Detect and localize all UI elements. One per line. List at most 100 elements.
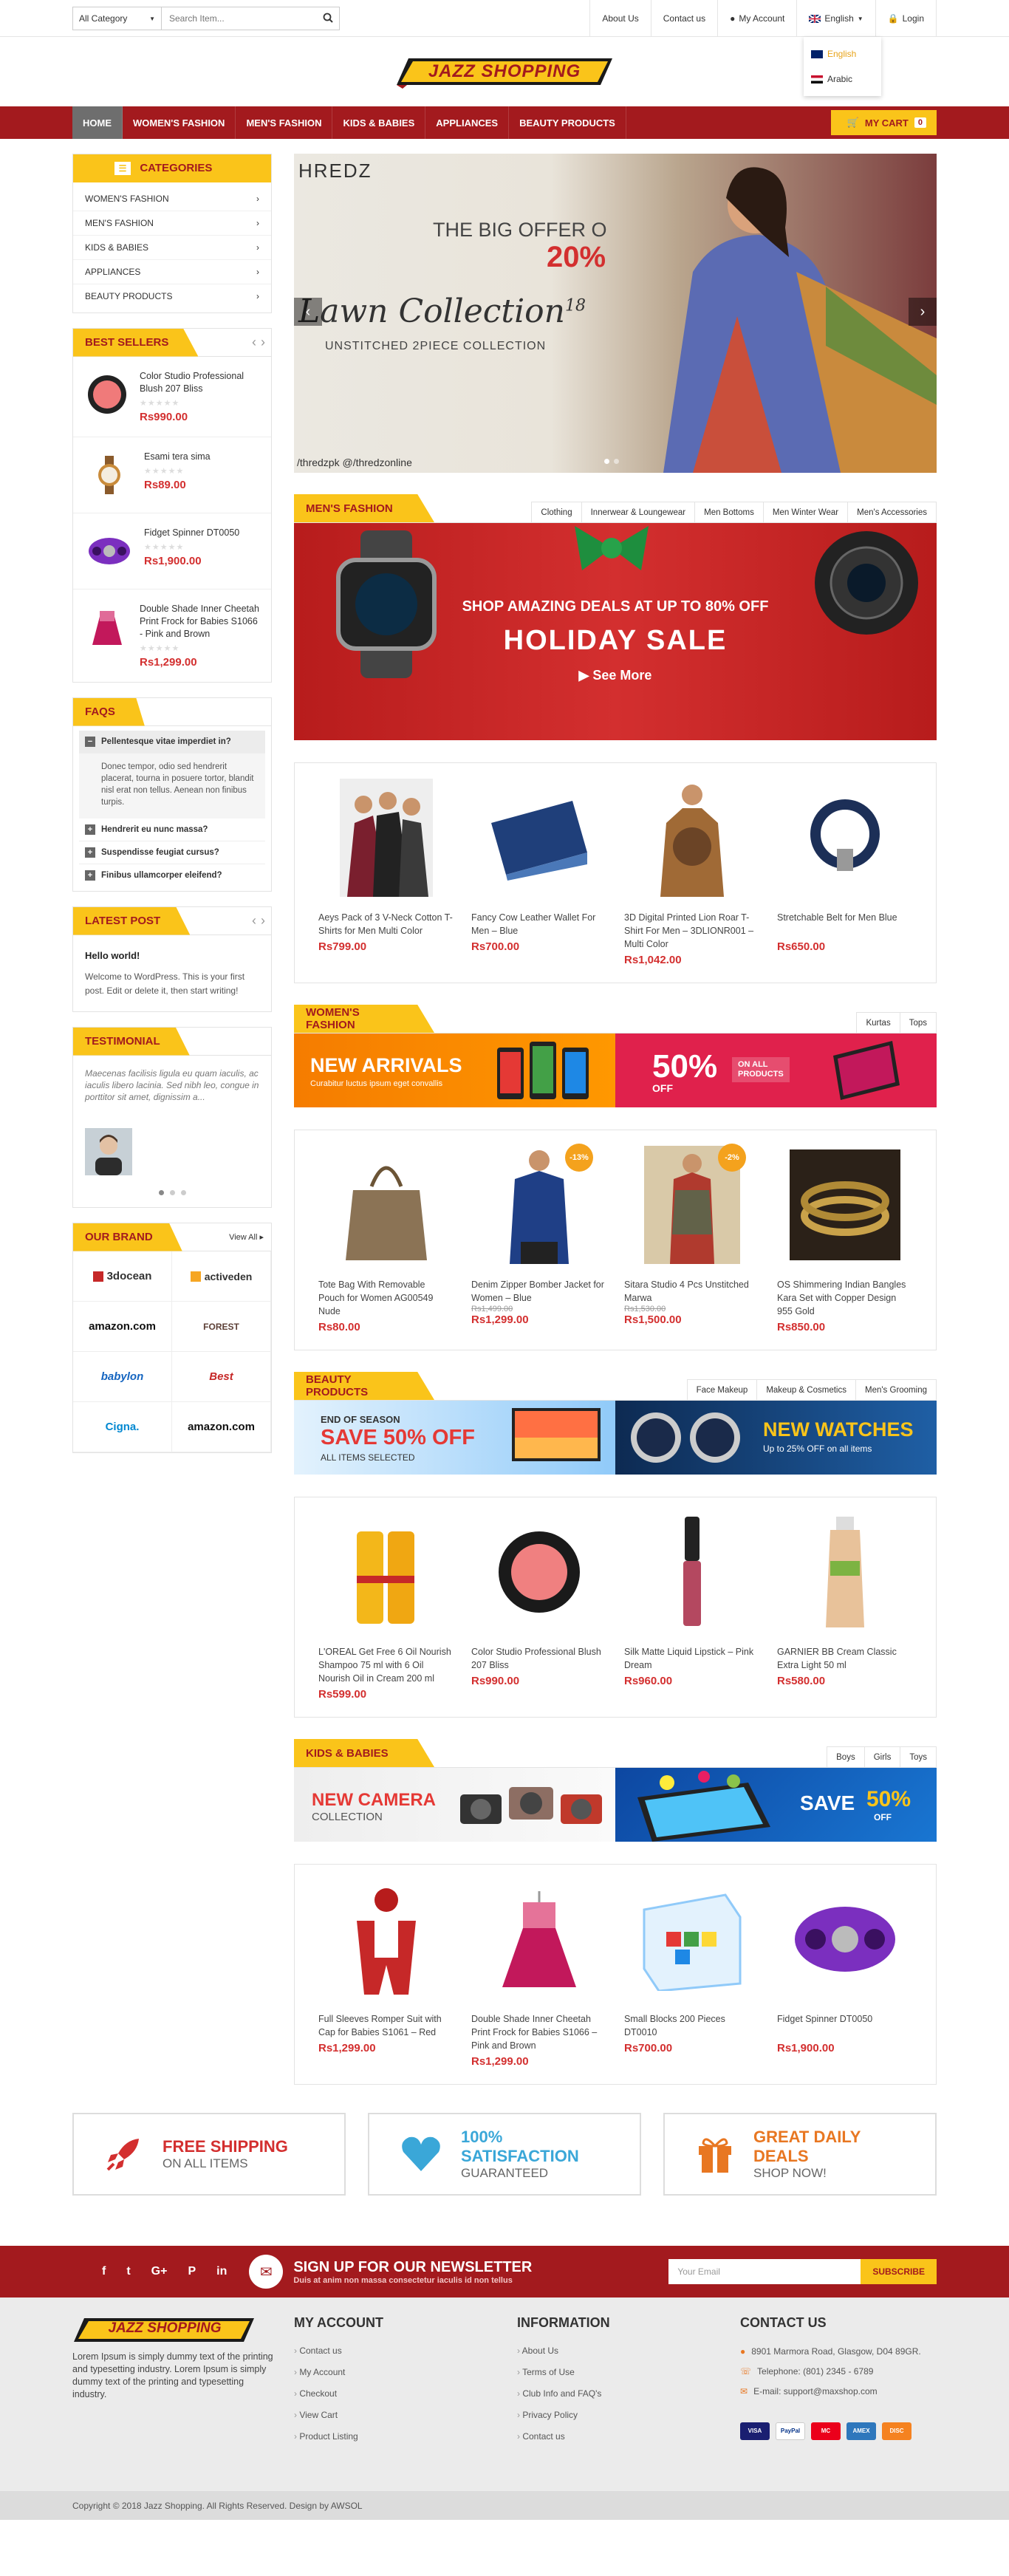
product-card[interactable]: Tote Bag With Removable Pouch for Women … xyxy=(309,1142,462,1333)
my-account-link[interactable]: ● My Account xyxy=(717,0,796,37)
nav-mens-fashion[interactable]: MEN'S FASHION xyxy=(236,106,333,139)
faq-question[interactable]: + Finibus ullamcorper eleifend? xyxy=(79,864,265,886)
product-name[interactable]: Esami tera sima xyxy=(144,451,211,463)
product-card[interactable]: Silk Matte Liquid Lipstick – Pink Dream R… xyxy=(615,1509,768,1701)
brand-logo[interactable]: amazon.com xyxy=(172,1402,271,1452)
tab-face-makeup[interactable]: Face Makeup xyxy=(686,1379,758,1400)
best-seller-item[interactable]: Color Studio Professional Blush 207 Blis… xyxy=(73,357,271,437)
product-card[interactable]: -13% Denim Zipper Bomber Jacket for Women… xyxy=(462,1142,615,1333)
footer-link[interactable]: Contact us xyxy=(294,2346,517,2367)
carousel-dot[interactable] xyxy=(169,1190,175,1195)
product-card[interactable]: OS Shimmering Indian Bangles Kara Set wi… xyxy=(768,1142,921,1333)
tab-makeup-cosmetics[interactable]: Makeup & Cosmetics xyxy=(756,1379,856,1400)
fifty-off-banner[interactable]: 50% OFF ON ALL PRODUCTS xyxy=(615,1034,937,1107)
product-name[interactable]: Denim Zipper Bomber Jacket for Women – B… xyxy=(471,1278,606,1305)
product-name[interactable]: Color Studio Professional Blush 207 Blis… xyxy=(140,370,259,395)
save-50-banner[interactable]: END OF SEASON SAVE 50% OFF ALL ITEMS SEL… xyxy=(294,1401,615,1475)
product-card[interactable]: GARNIER BB Cream Classic Extra Light 50 … xyxy=(768,1509,921,1701)
product-card[interactable]: Small Blocks 200 Pieces DT0010 Rs700.00 xyxy=(615,1876,768,2068)
tab-girls[interactable]: Girls xyxy=(863,1746,901,1767)
tab-innerwear[interactable]: Innerwear & Loungewear xyxy=(581,502,696,522)
carousel-dot[interactable] xyxy=(180,1190,186,1195)
slider-next-button[interactable]: › xyxy=(909,298,937,326)
product-name[interactable]: L'OREAL Get Free 6 Oil Nourish Shampoo 7… xyxy=(318,1645,454,1685)
tab-clothing[interactable]: Clothing xyxy=(531,502,582,522)
category-item[interactable]: APPLIANCES › xyxy=(73,260,271,284)
slider-prev-button[interactable]: ‹ xyxy=(294,298,322,326)
brand-logo[interactable]: Cigna. xyxy=(73,1402,172,1452)
product-card[interactable]: 3D Digital Printed Lion Roar T-Shirt For… xyxy=(615,775,768,966)
language-select[interactable]: English ▼ xyxy=(796,0,875,37)
footer-link[interactable]: Checkout xyxy=(294,2388,517,2410)
contact-email[interactable]: E-mail: support@maxshop.com xyxy=(753,2385,878,2397)
product-name[interactable]: Sitara Studio 4 Pcs Unstitched Marwa xyxy=(624,1278,759,1305)
tab-tops[interactable]: Tops xyxy=(899,1012,937,1033)
faq-question[interactable]: − Pellentesque vitae imperdiet in? xyxy=(79,731,265,754)
slider-dot[interactable] xyxy=(604,459,609,464)
footer-link[interactable]: About Us xyxy=(517,2346,740,2367)
category-select[interactable]: All Category ▼ xyxy=(73,7,162,30)
tab-boys[interactable]: Boys xyxy=(827,1746,865,1767)
product-name[interactable]: Silk Matte Liquid Lipstick – Pink Dream xyxy=(624,1645,759,1672)
nav-home[interactable]: HOME xyxy=(72,106,123,139)
brand-logo[interactable]: babylon xyxy=(73,1352,172,1402)
footer-link[interactable]: My Account xyxy=(294,2367,517,2388)
category-item[interactable]: BEAUTY PRODUCTS › xyxy=(73,284,271,308)
post-title[interactable]: Hello world! xyxy=(85,949,259,963)
product-card[interactable]: Aeys Pack of 3 V-Neck Cotton T-Shirts fo… xyxy=(309,775,462,966)
product-card[interactable]: L'OREAL Get Free 6 Oil Nourish Shampoo 7… xyxy=(309,1509,462,1701)
about-us-link[interactable]: About Us xyxy=(589,0,650,37)
product-name[interactable]: Full Sleeves Romper Suit with Cap for Ba… xyxy=(318,2012,454,2039)
brand-logo[interactable]: Best xyxy=(172,1352,271,1402)
product-name[interactable]: Small Blocks 200 Pieces DT0010 xyxy=(624,2012,759,2039)
twitter-icon[interactable]: t xyxy=(126,2265,130,2278)
view-all-link[interactable]: View All ▸ xyxy=(229,1232,271,1242)
tab-toys[interactable]: Toys xyxy=(900,1746,937,1767)
faq-question[interactable]: + Suspendisse feugiat cursus? xyxy=(79,841,265,864)
nav-beauty-products[interactable]: BEAUTY PRODUCTS xyxy=(509,106,626,139)
next-arrow-icon[interactable]: › xyxy=(261,335,265,350)
product-name[interactable]: Fancy Cow Leather Wallet For Men – Blue xyxy=(471,911,606,937)
category-item[interactable]: KIDS & BABIES › xyxy=(73,236,271,260)
product-card[interactable]: Fidget Spinner DT0050 Rs1,900.00 xyxy=(768,1876,921,2068)
product-name[interactable]: Fidget Spinner DT0050 xyxy=(777,2012,912,2039)
new-camera-banner[interactable]: NEW CAMERA COLLECTION xyxy=(294,1768,615,1842)
next-arrow-icon[interactable]: › xyxy=(261,913,265,929)
prev-arrow-icon[interactable]: ‹ xyxy=(252,913,256,929)
product-name[interactable]: Fidget Spinner DT0050 xyxy=(144,527,239,539)
search-button[interactable] xyxy=(317,7,339,30)
slider-dot[interactable] xyxy=(614,459,619,464)
product-name[interactable]: Double Shade Inner Cheetah Print Frock f… xyxy=(471,2012,606,2052)
tab-men-bottoms[interactable]: Men Bottoms xyxy=(694,502,764,522)
nav-appliances[interactable]: APPLIANCES xyxy=(425,106,510,139)
brand-logo[interactable]: FOREST xyxy=(172,1302,271,1352)
carousel-dot[interactable] xyxy=(158,1190,164,1195)
product-name[interactable]: Tote Bag With Removable Pouch for Women … xyxy=(318,1278,454,1318)
product-card[interactable]: Color Studio Professional Blush 207 Blis… xyxy=(462,1509,615,1701)
brand-logo[interactable]: amazon.com xyxy=(73,1302,172,1352)
product-name[interactable]: Double Shade Inner Cheetah Print Frock f… xyxy=(140,603,259,640)
lang-option-arabic[interactable]: Arabic xyxy=(811,66,874,92)
product-name[interactable]: GARNIER BB Cream Classic Extra Light 50 … xyxy=(777,1645,912,1672)
product-name[interactable]: Stretchable Belt for Men Blue xyxy=(777,911,912,937)
footer-link[interactable]: View Cart xyxy=(294,2410,517,2431)
login-link[interactable]: 🔒 Login xyxy=(875,0,937,37)
new-watches-banner[interactable]: NEW WATCHES Up to 25% OFF on all items xyxy=(615,1401,937,1475)
brand-logo[interactable]: 3docean xyxy=(73,1251,172,1302)
subscribe-button[interactable]: SUBSCRIBE xyxy=(861,2259,937,2284)
new-arrivals-banner[interactable]: NEW ARRIVALS Curabitur luctus ipsum eget… xyxy=(294,1034,615,1107)
product-card[interactable]: Full Sleeves Romper Suit with Cap for Ba… xyxy=(309,1876,462,2068)
tab-kurtas[interactable]: Kurtas xyxy=(856,1012,900,1033)
best-seller-item[interactable]: Esami tera sima ★★★★★ Rs89.00 xyxy=(73,437,271,513)
cart-button[interactable]: 🛒 MY CART 0 xyxy=(830,110,937,135)
best-seller-item[interactable]: Double Shade Inner Cheetah Print Frock f… xyxy=(73,590,271,682)
footer-link[interactable]: Terms of Use xyxy=(517,2367,740,2388)
product-name[interactable]: OS Shimmering Indian Bangles Kara Set wi… xyxy=(777,1278,912,1318)
linkedin-icon[interactable]: in xyxy=(216,2265,227,2278)
nav-kids-babies[interactable]: KIDS & BABIES xyxy=(332,106,426,139)
category-item[interactable]: MEN'S FASHION › xyxy=(73,211,271,236)
save-50-kids-banner[interactable]: SAVE 50% OFF xyxy=(615,1768,937,1842)
product-card[interactable]: Double Shade Inner Cheetah Print Frock f… xyxy=(462,1876,615,2068)
newsletter-email-input[interactable]: Your Email xyxy=(668,2259,861,2284)
tab-men-winter-wear[interactable]: Men Winter Wear xyxy=(762,502,849,522)
